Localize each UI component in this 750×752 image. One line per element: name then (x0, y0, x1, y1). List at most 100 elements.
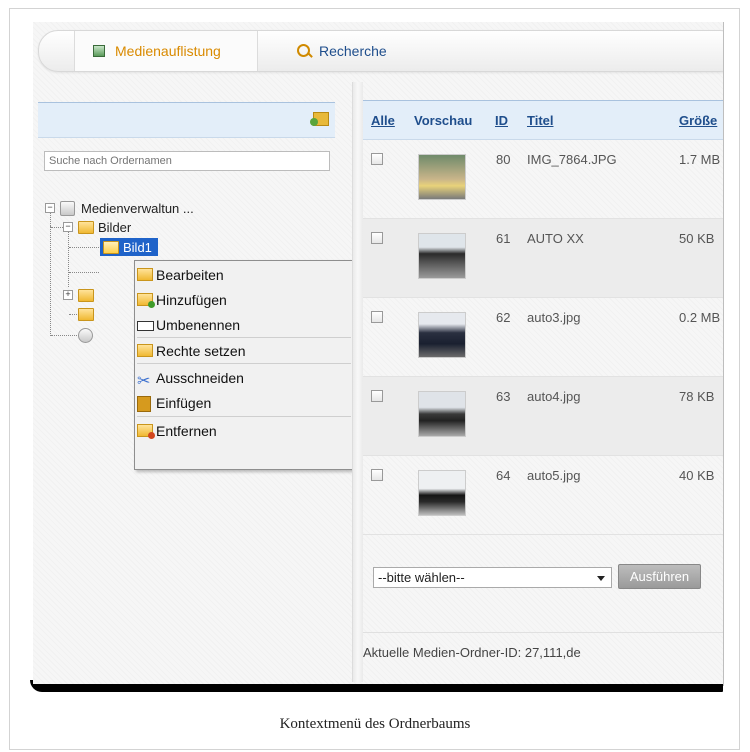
tree-node-root-label: Medienverwaltun ... (81, 200, 194, 216)
permissions-folder-icon (137, 343, 155, 359)
folder-tree-header (38, 102, 335, 138)
collapse-icon[interactable]: − (45, 203, 55, 213)
header-preview: Vorschau (414, 113, 473, 128)
tree-node-bilder[interactable]: Bilder (78, 218, 131, 236)
context-menu: Bearbeiten Hinzufügen Umbenennen Rechte … (134, 260, 356, 470)
folder-icon (78, 307, 94, 321)
row-size: 78 KB (679, 389, 715, 404)
media-table-panel: Alle Vorschau ID Titel Größe 80 IMG_7864… (363, 100, 723, 660)
tree-node-bilder-label: Bilder (98, 219, 132, 235)
table-row: 80 IMG_7864.JPG 1.7 MB (363, 140, 723, 219)
tree-node-folder[interactable] (78, 305, 98, 323)
image-icon (93, 45, 105, 57)
tree-node-root[interactable]: Medienverwaltun ... (60, 199, 194, 217)
folder-search-input[interactable] (44, 151, 330, 171)
table-header: Alle Vorschau ID Titel Größe (363, 100, 723, 140)
menu-item-paste-label: Einfügen (156, 395, 212, 411)
row-title: AUTO XX (527, 231, 584, 246)
menu-item-delete[interactable]: Entfernen (135, 419, 353, 443)
figure-caption: Kontextmenü des Ordnerbaums (279, 716, 471, 732)
menu-item-cut-label: Ausschneiden (156, 370, 244, 386)
menu-item-cut[interactable]: ✂ Ausschneiden (135, 366, 353, 390)
row-id: 64 (496, 468, 511, 483)
table-row: 63 auto4.jpg 78 KB (363, 377, 723, 456)
rename-icon (137, 318, 155, 333)
collapse-icon[interactable]: − (63, 222, 73, 232)
expand-icon[interactable]: + (63, 290, 73, 300)
row-title: auto3.jpg (527, 310, 581, 325)
menu-item-edit[interactable]: Bearbeiten (135, 263, 353, 287)
panel-divider[interactable] (352, 82, 363, 682)
row-title: auto5.jpg (527, 468, 581, 483)
bulk-action-value: --bitte wählen-- (378, 570, 465, 585)
tree-line (50, 212, 51, 226)
preview-thumbnail[interactable] (418, 154, 466, 200)
header-title[interactable]: Titel (527, 113, 554, 128)
scissors-icon: ✂ (137, 372, 151, 390)
table-row: 62 auto3.jpg 0.2 MB (363, 298, 723, 377)
tree-line (68, 232, 69, 287)
tree-line (51, 335, 79, 336)
preview-thumbnail[interactable] (418, 233, 466, 279)
menu-item-rename[interactable]: Umbenennen (135, 313, 353, 337)
row-id: 80 (496, 152, 511, 167)
tree-line (69, 247, 99, 248)
paste-icon (137, 395, 155, 412)
tab-search-label: Recherche (319, 43, 387, 59)
delete-folder-icon (137, 423, 155, 439)
header-id[interactable]: ID (495, 113, 508, 128)
search-icon (297, 44, 311, 58)
row-size: 1.7 MB (679, 152, 721, 167)
menu-item-permissions[interactable]: Rechte setzen (135, 339, 353, 363)
header-select-all[interactable]: Alle (371, 113, 395, 128)
dropdown-arrow-icon (597, 576, 605, 581)
preview-thumbnail[interactable] (418, 470, 466, 516)
row-checkbox[interactable] (371, 311, 383, 323)
bulk-action-select[interactable]: --bitte wählen-- (373, 567, 612, 588)
tab-media-list[interactable]: Medienauflistung (74, 31, 258, 71)
preview-thumbnail[interactable] (418, 391, 466, 437)
header-size[interactable]: Größe (679, 113, 717, 128)
menu-item-edit-label: Bearbeiten (156, 267, 224, 283)
tree-line (50, 226, 51, 336)
tab-media-label: Medienauflistung (115, 43, 221, 59)
menu-separator (137, 337, 351, 338)
row-size: 40 KB (679, 468, 715, 483)
menu-item-paste[interactable]: Einfügen (135, 391, 353, 415)
add-folder-icon (137, 292, 155, 308)
folder-icon (78, 220, 94, 234)
menu-item-add-label: Hinzufügen (156, 292, 227, 308)
row-title: auto4.jpg (527, 389, 581, 404)
row-title: IMG_7864.JPG (527, 152, 617, 167)
folder-icon (103, 240, 119, 254)
row-id: 63 (496, 389, 511, 404)
current-folder-id: Aktuelle Medien-Ordner-ID: 27,111,de (363, 645, 581, 660)
row-checkbox[interactable] (371, 390, 383, 402)
footer-divider (363, 632, 723, 633)
row-size: 0.2 MB (679, 310, 721, 325)
menu-item-permissions-label: Rechte setzen (156, 343, 246, 359)
menu-separator (137, 363, 351, 364)
folder-icon (78, 288, 94, 302)
new-folder-icon[interactable] (310, 112, 329, 126)
row-size: 50 KB (679, 231, 715, 246)
tree-line (51, 227, 63, 228)
row-checkbox[interactable] (371, 469, 383, 481)
row-checkbox[interactable] (371, 232, 383, 244)
tab-search[interactable]: Recherche (297, 31, 387, 71)
menu-item-rename-label: Umbenennen (156, 317, 241, 333)
tree-node-folder[interactable] (78, 286, 98, 304)
tree-node-bild1[interactable]: Bild1 (100, 238, 158, 256)
menu-item-add[interactable]: Hinzufügen (135, 288, 353, 312)
tree-node-trash[interactable] (78, 326, 99, 344)
table-row: 61 AUTO XX 50 KB (363, 219, 723, 298)
row-checkbox[interactable] (371, 153, 383, 165)
trash-icon (78, 327, 93, 343)
menu-item-delete-label: Entfernen (156, 423, 217, 439)
tree-line (69, 272, 99, 273)
row-id: 61 (496, 231, 511, 246)
table-row: 64 auto5.jpg 40 KB (363, 456, 723, 535)
edit-folder-icon (137, 267, 155, 283)
preview-thumbnail[interactable] (418, 312, 466, 358)
run-button[interactable]: Ausführen (618, 564, 701, 589)
